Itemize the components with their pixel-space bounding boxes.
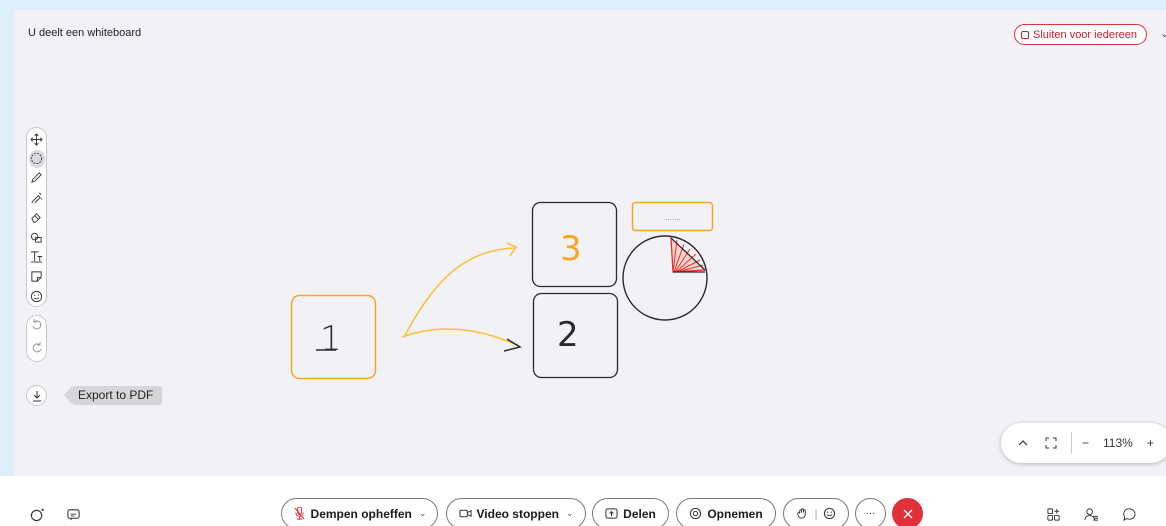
arrow-1-to-3[interactable] [403, 247, 515, 338]
share-label: Delen [623, 506, 656, 521]
whiteboard-toolbar [26, 127, 47, 307]
collapse-up-icon[interactable] [1017, 437, 1029, 449]
whiteboard-box-2-label: 2 [557, 315, 579, 355]
video-chevron-icon[interactable]: ⌄ [566, 508, 574, 519]
reactions-divider: | [814, 506, 818, 521]
unmute-label: Dempen opheffen [310, 506, 412, 521]
record-button[interactable]: Opnemen [676, 498, 776, 526]
pen-icon[interactable] [29, 168, 45, 188]
apps-icon[interactable] [1046, 507, 1061, 522]
lasso-icon[interactable] [28, 149, 45, 168]
whiteboard-canvas[interactable]: 1 3 2 ........ [14, 10, 1166, 476]
raise-hand-icon [797, 508, 807, 519]
stop-video-label: Video stoppen [476, 506, 559, 521]
participants-icon[interactable] [1084, 507, 1099, 522]
fit-to-screen-icon[interactable] [1045, 437, 1057, 449]
zoom-in-button[interactable]: + [1147, 436, 1154, 450]
arrow-1-to-3-head [506, 242, 518, 257]
whiteboard-box-1-label: 1 [320, 319, 342, 359]
download-icon [32, 390, 41, 401]
reaction-emoji-icon [823, 507, 835, 520]
move-icon[interactable] [29, 130, 45, 150]
zoom-level: 113% [1103, 436, 1133, 450]
record-icon [690, 507, 702, 520]
highlighter-icon[interactable] [29, 188, 45, 208]
share-button[interactable]: Delen [592, 498, 669, 526]
sticky-note-icon[interactable] [29, 267, 45, 287]
redo-icon[interactable] [31, 341, 43, 359]
whiteboard-box-3-label: 3 [560, 229, 582, 269]
whiteboard-circle[interactable] [622, 235, 708, 321]
unmute-button[interactable]: Dempen opheffen ⌄ [281, 498, 438, 526]
history-controls [26, 315, 47, 362]
share-screen-icon [605, 508, 618, 519]
captions-icon[interactable] [66, 507, 81, 522]
mic-muted-icon [293, 507, 305, 520]
video-camera-icon [458, 509, 472, 518]
status-ring-icon[interactable] [30, 507, 45, 522]
whiteboard-note-text: ........ [663, 213, 681, 222]
unmute-chevron-icon[interactable]: ⌄ [419, 508, 427, 519]
emoji-icon[interactable] [29, 286, 45, 306]
undo-icon[interactable] [31, 318, 43, 336]
whiteboard-stage[interactable]: U deelt een whiteboard Sluiten voor iede… [14, 10, 1166, 476]
shapes-icon[interactable] [29, 227, 45, 247]
text-icon[interactable] [29, 247, 45, 267]
arrow-1-to-2[interactable] [401, 328, 520, 347]
export-pdf-tooltip: Export to PDF [63, 386, 163, 405]
leave-meeting-button[interactable] [892, 498, 923, 526]
close-icon [903, 509, 912, 518]
zoom-controls: − 113% + [1001, 423, 1166, 463]
stop-video-button[interactable]: Video stoppen ⌄ [446, 498, 586, 526]
reactions-group-button[interactable]: | [783, 498, 849, 526]
eraser-icon[interactable] [29, 207, 45, 227]
record-label: Opnemen [707, 506, 763, 521]
meeting-control-bar: Dempen opheffen ⌄ Video stoppen ⌄ Delen … [0, 476, 1166, 526]
export-pdf-button[interactable] [26, 385, 47, 406]
zoom-out-button[interactable]: − [1082, 436, 1089, 450]
chat-icon[interactable] [1122, 507, 1137, 522]
more-options-button[interactable]: ··· [855, 498, 886, 526]
zoom-divider [1071, 432, 1072, 454]
